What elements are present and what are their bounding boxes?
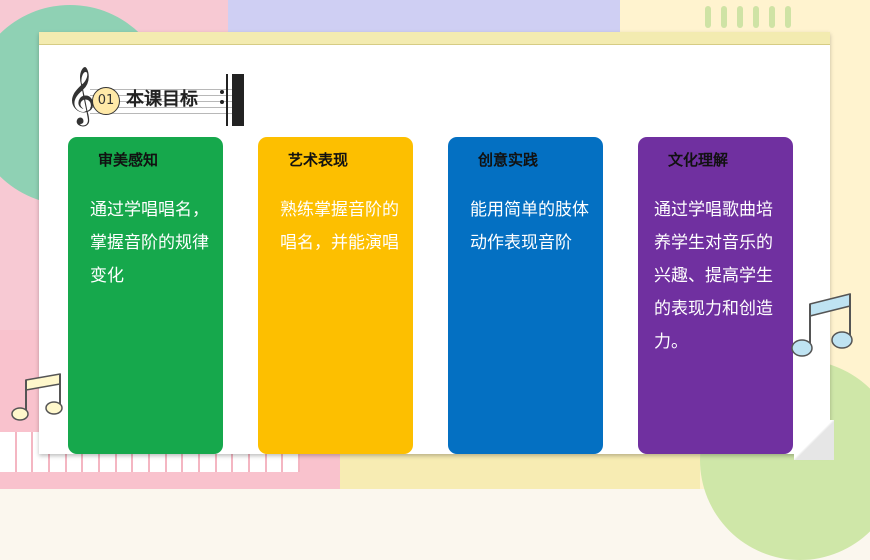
treble-clef-icon: 𝄞 bbox=[66, 66, 96, 124]
card-title: 创意实践 bbox=[478, 151, 539, 169]
music-note-icon bbox=[790, 292, 856, 362]
card-body: 通过学唱歌曲培养学生对音乐的兴趣、提高学生的表现力和创造力。 bbox=[654, 200, 773, 352]
music-note-icon bbox=[8, 372, 66, 428]
card-title: 审美感知 bbox=[98, 151, 159, 169]
card-title: 文化理解 bbox=[668, 151, 729, 169]
card-body: 能用简单的肢体动作表现音阶 bbox=[470, 200, 589, 253]
repeat-sign-icon bbox=[220, 90, 224, 110]
goal-card-cultural-understanding: 文化理解 通过学唱歌曲培养学生对音乐的兴趣、提高学生的表现力和创造力。 bbox=[638, 137, 793, 454]
goal-card-aesthetic: 审美感知 通过学唱唱名，掌握音阶的规律变化 bbox=[68, 137, 223, 454]
decorative-bars bbox=[705, 6, 791, 28]
card-body: 熟练掌握音阶的唱名，并能演唱 bbox=[280, 200, 399, 253]
staff-end-bar bbox=[232, 74, 244, 126]
background-lavender-strip bbox=[228, 0, 620, 32]
paper-top-bar bbox=[39, 32, 830, 45]
goal-card-creative-practice: 创意实践 能用简单的肢体动作表现音阶 bbox=[448, 137, 603, 454]
section-number: 01 bbox=[92, 87, 120, 115]
staff-barline bbox=[226, 74, 228, 126]
section-title: 本课目标 bbox=[126, 89, 198, 110]
goal-card-art-expression: 艺术表现 熟练掌握音阶的唱名，并能演唱 bbox=[258, 137, 413, 454]
card-body: 通过学唱唱名，掌握音阶的规律变化 bbox=[90, 200, 209, 286]
paper-curl-corner bbox=[794, 420, 834, 460]
card-title: 艺术表现 bbox=[288, 151, 349, 169]
